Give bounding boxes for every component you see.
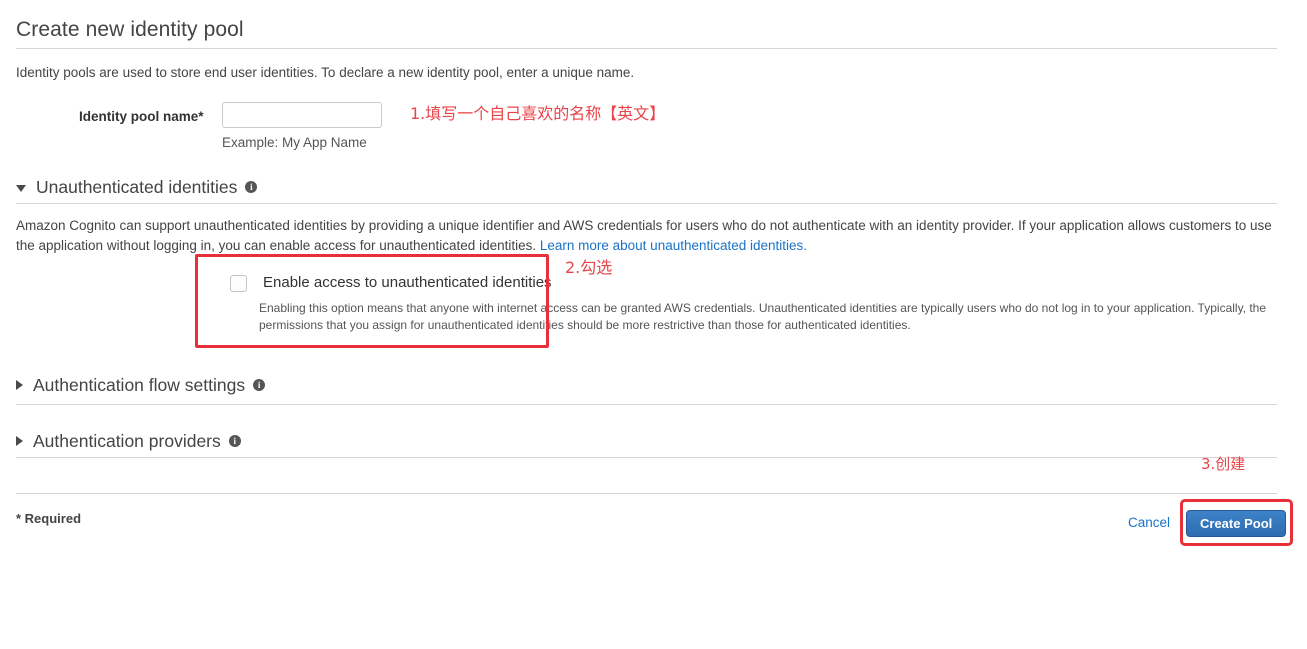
page-title: Create new identity pool [16,18,244,41]
triangle-right-icon [16,380,23,390]
section-header-authentication-providers[interactable]: Authentication providers i [16,429,241,453]
annotation-step-1: 1.填写一个自己喜欢的名称【英文】 [410,104,666,123]
divider-footer [16,493,1277,494]
unauthenticated-description: Amazon Cognito can support unauthenticat… [16,216,1277,256]
identity-pool-name-hint: Example: My App Name [222,135,367,150]
triangle-right-icon [16,436,23,446]
annotation-step-2: 2.勾选 [565,258,613,277]
learn-more-link[interactable]: Learn more about unauthenticated identit… [540,238,807,253]
annotation-step-3: 3.创建 [1201,455,1246,473]
intro-text: Identity pools are used to store end use… [16,65,635,80]
section-title-unauthenticated-identities: Unauthenticated identities [36,177,238,197]
info-icon-authentication-providers[interactable]: i [228,435,241,447]
info-icon-unauthenticated-identities[interactable]: i [245,181,258,193]
section-title-authentication-providers: Authentication providers [33,431,221,451]
identity-pool-name-input[interactable] [222,102,382,128]
enable-unauthenticated-checkbox-label[interactable]: Enable access to unauthenticated identit… [263,274,552,292]
section-title-authentication-flow-settings: Authentication flow settings [33,375,246,395]
section-header-authentication-flow-settings[interactable]: Authentication flow settings i [16,373,266,397]
enable-unauthenticated-help-text: Enabling this option means that anyone w… [259,301,1267,332]
triangle-down-icon [16,184,26,192]
divider-section-unauthenticated [16,203,1277,204]
info-icon-authentication-flow-settings[interactable]: i [253,379,266,391]
divider-title [16,48,1277,49]
divider-section-auth-flow [16,404,1277,405]
enable-unauthenticated-checkbox[interactable] [230,275,247,292]
divider-section-auth-providers [16,457,1277,458]
enable-unauthenticated-checkbox-row[interactable]: Enable access to unauthenticated identit… [226,274,552,295]
create-identity-pool-page: Create new identity pool Identity pools … [0,0,1307,649]
identity-pool-name-label: Identity pool name* [79,109,204,124]
section-header-unauthenticated-identities[interactable]: Unauthenticated identities i [16,175,258,199]
required-note: * Required [16,511,82,526]
create-pool-button[interactable]: Create Pool [1186,510,1287,537]
cancel-link[interactable]: Cancel [1128,515,1170,530]
